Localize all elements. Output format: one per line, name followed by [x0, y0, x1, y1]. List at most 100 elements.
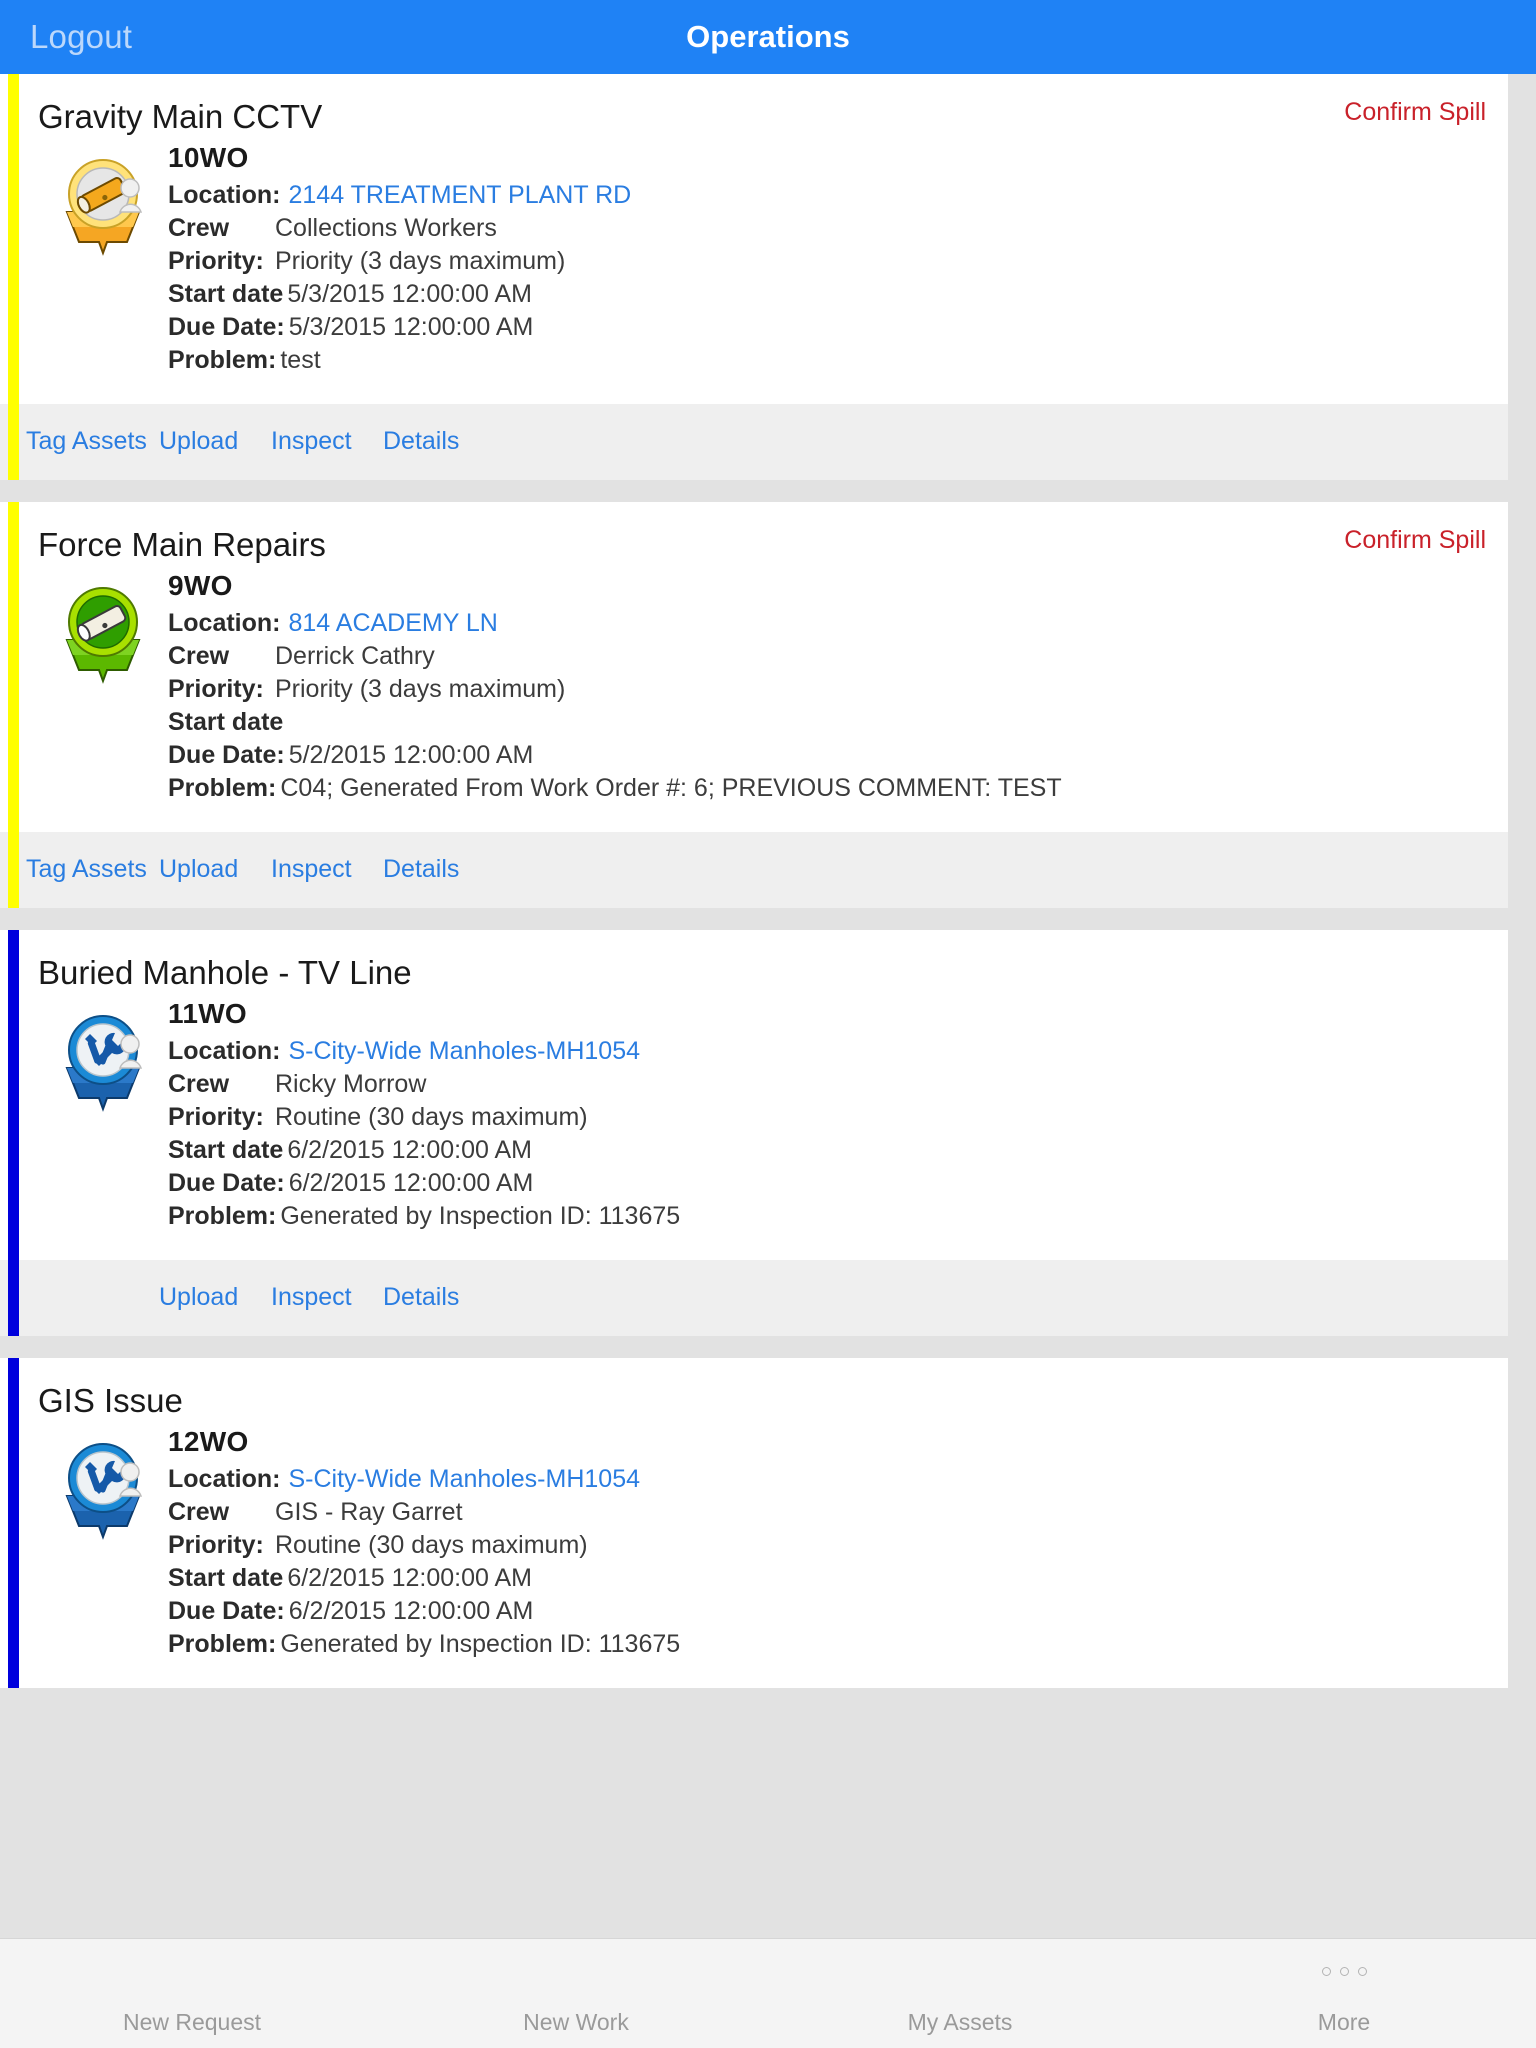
location-label: Location: [168, 1036, 281, 1065]
card-surface: Confirm Spill Force Main Repairs 9WO Locat… [0, 501, 1508, 908]
card-surface: Confirm Spill Gravity Main CCTV 10WO Locat… [0, 74, 1508, 480]
card-inner: 10WO Location: 2144 TREATMENT PLANT RD Crew… [0, 138, 1508, 380]
field-row-crew: Crew Derrick Cathry [168, 641, 1508, 670]
location-value[interactable]: S-City-Wide Manholes-MH1054 [281, 1037, 641, 1065]
card-body: Confirm Spill Gravity Main CCTV 10WO Locat… [0, 74, 1508, 404]
field-row-priority: Priority: Routine (30 days maximum) [168, 1102, 1508, 1131]
card-title: Force Main Repairs [38, 525, 326, 563]
action-upload[interactable]: Upload [159, 855, 238, 884]
field-row-crew: Crew GIS - Ray Garret [168, 1497, 1508, 1526]
confirm-spill-button[interactable]: Confirm Spill [1344, 98, 1486, 127]
action-slot: Inspect [271, 855, 383, 884]
action-upload[interactable]: Upload [159, 427, 238, 456]
work-order-number: 11WO [168, 997, 248, 1029]
field-row-due-date: Due Date: 6/2/2015 12:00:00 AM [168, 1168, 1508, 1197]
problem-label: Problem: [168, 773, 277, 802]
app-header: Logout Operations [0, 0, 1536, 74]
tab-label: New Request [122, 2009, 262, 2035]
start-date-label: Start date [168, 1135, 284, 1164]
card-action-bar: Upload Inspect Details [0, 1259, 1508, 1336]
card-body: GIS Issue 12WO Location: S-City-Wide Manho… [0, 1357, 1508, 1688]
action-inspect[interactable]: Inspect [271, 855, 352, 884]
start-date-label: Start date [168, 279, 284, 308]
action-inspect[interactable]: Inspect [271, 1283, 352, 1312]
crew-value: Collections Workers [275, 213, 497, 242]
action-slot: Inspect [271, 1283, 383, 1312]
action-tag-assets[interactable]: Tag Assets [26, 855, 147, 884]
action-details[interactable]: Details [383, 1283, 459, 1312]
field-row-location: Location: S-City-Wide Manholes-MH1054 [168, 1036, 1508, 1065]
card-title: GIS Issue [38, 1381, 183, 1419]
tab-my-assets[interactable]: My Assets [768, 2009, 1152, 2048]
field-row-location: Location: 814 ACADEMY LN [168, 609, 1508, 637]
card-body: Buried Manhole - TV Line 11WO Location: S-… [0, 929, 1508, 1260]
work-order-card[interactable]: Buried Manhole - TV Line 11WO Location: S-… [0, 929, 1508, 1336]
start-date-value: 5/3/2015 12:00:00 AM [287, 279, 532, 308]
crew-label: Crew [168, 641, 230, 670]
tools-pin-blue-icon [53, 1438, 153, 1542]
location-value[interactable]: 814 ACADEMY LN [281, 609, 498, 637]
icon-cell [38, 994, 168, 1114]
tab-new-request[interactable]: New Request [0, 2009, 384, 2048]
due-date-label: Due Date: [168, 740, 285, 769]
tab-more[interactable]: More [1152, 1967, 1536, 2048]
card-body: Confirm Spill Force Main Repairs 9WO Locat… [0, 501, 1508, 832]
tab-new-work[interactable]: New Work [384, 2009, 768, 2048]
due-date-label: Due Date: [168, 1168, 285, 1197]
action-slot: Details [383, 1283, 495, 1312]
crew-value: Derrick Cathry [275, 641, 435, 670]
action-details[interactable]: Details [383, 427, 459, 456]
field-row-due-date: Due Date: 5/3/2015 12:00:00 AM [168, 313, 1508, 341]
priority-label: Priority: [168, 1530, 264, 1559]
due-date-value: 6/2/2015 12:00:00 AM [288, 1596, 534, 1625]
ellipsis-icon [1152, 1967, 1536, 1976]
priority-accent-bar [8, 929, 19, 1336]
priority-accent-bar [8, 501, 19, 908]
field-row-priority: Priority: Priority (3 days maximum) [168, 246, 1508, 275]
card-title: Buried Manhole - TV Line [38, 953, 412, 991]
location-value[interactable]: S-City-Wide Manholes-MH1054 [281, 1465, 641, 1493]
action-inspect[interactable]: Inspect [271, 427, 352, 456]
priority-accent-bar [8, 1357, 19, 1688]
card-inner: 12WO Location: S-City-Wide Manholes-MH1054… [0, 1422, 1508, 1664]
action-tag-assets[interactable]: Tag Assets [26, 427, 147, 456]
work-order-card[interactable]: GIS Issue 12WO Location: S-City-Wide Manho… [0, 1357, 1508, 1688]
page-title: Operations [686, 19, 850, 54]
card-inner: 11WO Location: S-City-Wide Manholes-MH1054… [0, 994, 1508, 1236]
problem-label: Problem: [168, 1201, 277, 1230]
bottom-tab-bar: New Request New Work My Assets More [0, 1938, 1536, 2048]
card-action-bar: Tag Assets Upload Inspect Details [0, 831, 1508, 908]
crew-label: Crew [168, 1497, 230, 1526]
work-order-card[interactable]: Confirm Spill Force Main Repairs 9WO Locat… [0, 501, 1508, 908]
field-row-start-date: Start date 6/2/2015 12:00:00 AM [168, 1564, 1508, 1592]
priority-label: Priority: [168, 246, 264, 275]
due-date-label: Due Date: [168, 1596, 285, 1625]
field-row-problem: Problem: test [168, 345, 1508, 374]
start-date-value: 6/2/2015 12:00:00 AM [287, 1135, 532, 1164]
field-row-location: Location: 2144 TREATMENT PLANT RD [168, 181, 1508, 209]
field-row-problem: Problem: Generated by Inspection ID: 1136… [168, 1629, 1508, 1658]
problem-label: Problem: [168, 1629, 277, 1658]
card-fields: 11WO Location: S-City-Wide Manholes-MH1054… [168, 994, 1508, 1236]
crew-label: Crew [168, 1069, 230, 1098]
action-slot: Upload [159, 1283, 271, 1312]
crew-value: Ricky Morrow [275, 1069, 427, 1098]
due-date-value: 6/2/2015 12:00:00 AM [288, 1168, 534, 1197]
priority-value: Routine (30 days maximum) [275, 1102, 588, 1131]
problem-label: Problem: [168, 345, 277, 374]
start-date-label: Start date [168, 707, 284, 736]
work-order-card[interactable]: Confirm Spill Gravity Main CCTV 10WO Locat… [0, 74, 1508, 480]
action-slot: Upload [159, 427, 271, 456]
icon-cell [38, 566, 168, 686]
location-value[interactable]: 2144 TREATMENT PLANT RD [281, 181, 632, 209]
icon-cell [38, 138, 168, 258]
confirm-spill-button[interactable]: Confirm Spill [1344, 526, 1486, 555]
tab-label: New Work [523, 2009, 629, 2035]
field-row-priority: Priority: Priority (3 days maximum) [168, 675, 1508, 703]
priority-accent-bar [8, 74, 19, 480]
field-row-due-date: Due Date: 6/2/2015 12:00:00 AM [168, 1596, 1508, 1625]
action-details[interactable]: Details [383, 855, 459, 884]
card-surface: Buried Manhole - TV Line 11WO Location: S-… [0, 929, 1508, 1336]
action-upload[interactable]: Upload [159, 1283, 238, 1312]
work-order-list[interactable]: Confirm Spill Gravity Main CCTV 10WO Locat… [0, 74, 1536, 1974]
